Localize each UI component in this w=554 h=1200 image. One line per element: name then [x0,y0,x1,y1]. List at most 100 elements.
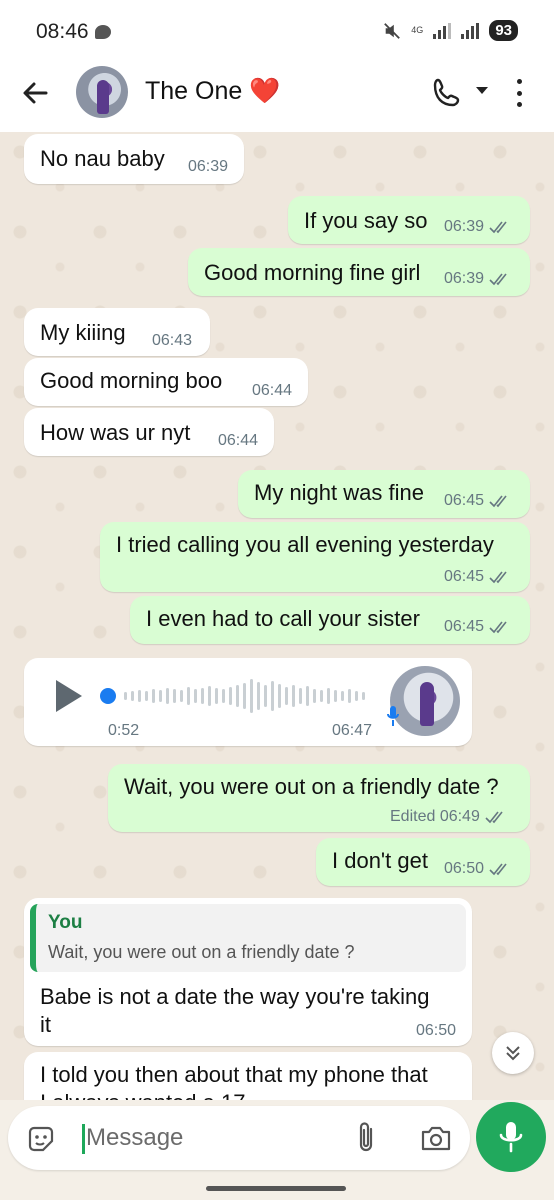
voice-record-button[interactable] [476,1102,546,1172]
text-caret [82,1124,85,1154]
message-time: 06:45 [444,492,512,510]
message-text: My kiiing [40,320,126,345]
read-ticks-icon [489,571,507,584]
message-text: No nau baby [40,146,165,171]
message-time: 06:45 [444,618,512,636]
quoted-text: Wait, you were out on a friendly date ? [48,942,355,962]
back-arrow-icon[interactable] [20,78,50,108]
message-bubble-incoming[interactable]: How was ur nyt 06:44 [24,408,274,456]
waveform-bar [208,686,211,706]
waveform-bar [229,687,232,705]
status-time: 08:46 [36,20,89,43]
waveform-bar [306,686,309,706]
message-bubble-outgoing[interactable]: Wait, you were out on a friendly date ? … [108,764,530,832]
quoted-author: You [48,912,83,933]
voice-waveform[interactable] [122,676,372,716]
waveform-bar [320,690,323,702]
voice-call-icon[interactable] [430,76,464,110]
read-ticks-icon [489,621,507,634]
chat-area[interactable]: No nau baby 06:39 If you say so 06:39 Go… [0,132,554,1100]
attach-paperclip-icon[interactable] [354,1120,380,1156]
waveform-bar [236,685,239,707]
message-bubble-outgoing[interactable]: I even had to call your sister 06:45 [130,596,530,644]
waveform-bar [299,688,302,704]
message-bubble-outgoing[interactable]: If you say so 06:39 [288,196,530,244]
message-time: 06:50 [444,860,512,878]
message-time: 06:39 [444,270,512,288]
message-text: How was ur nyt [40,420,191,445]
message-input-box[interactable] [8,1106,470,1170]
message-text: I tried calling you all evening yesterda… [116,532,494,557]
sticker-emoji-icon[interactable] [26,1124,56,1154]
message-bubble-outgoing[interactable]: I don't get 06:50 [316,838,530,886]
voice-message[interactable]: 0:52 06:47 [24,658,472,746]
message-text: If you say so [304,208,428,233]
waveform-bar [285,687,288,705]
waveform-bar [201,688,204,704]
avatar-figure [97,80,109,114]
mic-icon [499,1122,523,1153]
waveform-bar [355,691,358,701]
message-bubble-incoming[interactable]: No nau baby 06:39 [24,134,244,184]
input-bar [0,1100,554,1200]
waveform-bar [187,687,190,705]
waveform-bar [145,691,148,701]
message-bubble-incoming[interactable]: My kiiing 06:43 [24,308,210,356]
play-icon[interactable] [56,680,82,712]
avatar-figure [420,682,434,726]
message-text: Good morning boo [40,368,223,393]
message-text: My night was fine [254,480,424,505]
voice-duration: 0:52 [108,722,140,739]
waveform-bar [334,690,337,702]
message-time: 06:50 [416,1022,457,1039]
camera-icon[interactable] [420,1124,452,1152]
waveform-bar [131,691,134,701]
message-text-line2: I always wanted a 17 [40,1090,245,1100]
message-time: 06:45 [444,568,512,586]
waveform-bar [348,689,351,703]
waveform-bar [250,679,253,713]
mute-icon [383,22,401,40]
signal-icon-2 [461,22,480,39]
message-bubble-outgoing[interactable]: I tried calling you all evening yesterda… [100,522,530,592]
message-text: I even had to call your sister [146,606,420,631]
signal-icon-1 [433,22,452,39]
waveform-bar [159,690,162,702]
waveform-bar [180,690,183,702]
message-bubble-outgoing[interactable]: My night was fine 06:45 [238,470,530,518]
waveform-bar [215,688,218,704]
waveform-bar [194,689,197,703]
contact-name-text: The One [145,77,243,105]
battery-level: 93 [489,20,518,41]
waveform-bar [222,689,225,703]
message-time: Edited 06:49 [390,808,508,826]
contact-name[interactable]: The One ❤️ [145,77,280,106]
waveform-bar [313,689,316,703]
contact-avatar[interactable] [76,66,128,118]
message-bubble-incoming-reply[interactable]: You Wait, you were out on a friendly dat… [24,898,472,1046]
message-bubble-incoming[interactable]: Good morning boo 06:44 [24,358,308,406]
voice-progress-handle[interactable] [100,688,116,704]
message-bubble-incoming[interactable]: I told you then about that my phone that… [24,1052,472,1100]
message-time: 06:39 [188,158,229,175]
message-time: 06:43 [152,332,193,349]
waveform-bar [292,685,295,707]
waveform-bar [138,690,141,702]
waveform-bar [166,688,169,704]
waveform-bar [257,682,260,710]
message-input[interactable] [86,1120,336,1156]
message-text: Good morning fine girl [204,260,421,285]
call-options-caret-icon[interactable] [476,87,488,94]
status-bar: 08:46 4G 93 [0,0,554,62]
chat-header: The One ❤️ [0,62,554,132]
message-bubble-outgoing[interactable]: Good morning fine girl 06:39 [188,248,530,296]
scroll-to-bottom-button[interactable] [492,1032,534,1074]
waveform-bar [124,692,127,700]
message-time: 06:44 [252,382,293,399]
quoted-message[interactable]: You Wait, you were out on a friendly dat… [30,904,466,972]
read-ticks-icon [489,273,507,286]
message-text: I told you then about that my phone that [40,1062,428,1087]
voice-time: 06:47 [332,722,373,739]
more-options-icon[interactable] [517,79,523,107]
home-indicator [206,1186,346,1191]
